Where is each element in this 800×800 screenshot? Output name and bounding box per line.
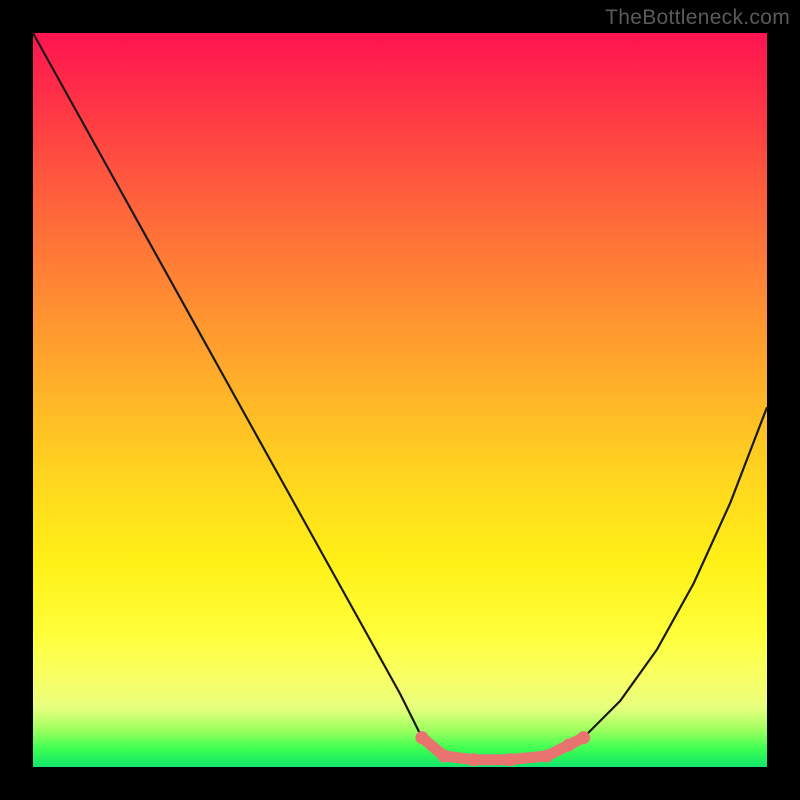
highlight-marker: [416, 731, 429, 744]
highlight-marker: [540, 750, 553, 763]
highlight-marker: [467, 753, 480, 766]
watermark-text: TheBottleneck.com: [605, 6, 790, 30]
highlight-marker: [504, 753, 517, 766]
highlight-marker: [562, 739, 575, 752]
chart-frame: TheBottleneck.com: [0, 0, 800, 800]
curve-layer: [33, 33, 767, 766]
bottleneck-curve: [33, 33, 767, 760]
bottleneck-curve-svg: [33, 33, 767, 767]
highlight-marker: [438, 750, 451, 763]
highlight-marker: [577, 731, 590, 744]
